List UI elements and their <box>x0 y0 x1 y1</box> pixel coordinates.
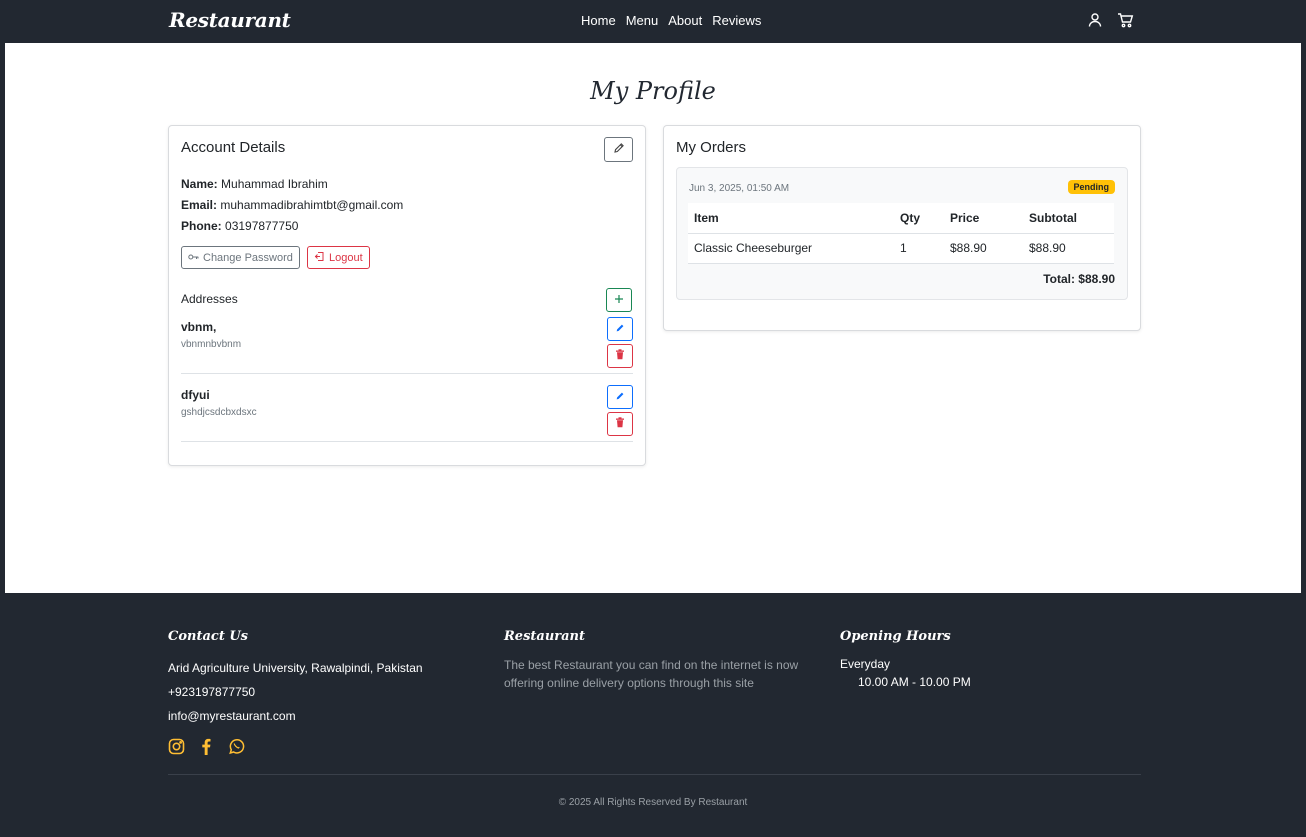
footer-hours-time: 10.00 AM - 10.00 PM <box>858 675 971 689</box>
delete-address-button[interactable] <box>607 412 633 436</box>
table-header-row: Item Qty Price Subtotal <box>688 203 1114 234</box>
address-divider <box>181 441 633 442</box>
address-name: dfyui <box>181 388 210 402</box>
phone-row: Phone: 03197877750 <box>181 219 298 233</box>
key-icon <box>188 252 199 264</box>
email-row: Email: muhammadibrahimtbt@gmail.com <box>181 198 403 212</box>
nav-link-reviews[interactable]: Reviews <box>712 13 761 28</box>
pencil-icon <box>615 388 625 406</box>
app-frame: Restaurant Home Menu About Reviews My Pr… <box>5 0 1301 837</box>
footer-email[interactable]: info@myrestaurant.com <box>168 704 423 728</box>
name-row: Name: Muhammad Ibrahim <box>181 177 328 191</box>
footer-hours-title: Opening Hours <box>840 629 951 644</box>
cart-icon[interactable] <box>1117 12 1134 28</box>
trash-icon <box>615 347 625 365</box>
change-password-button[interactable]: Change Password <box>181 246 300 269</box>
footer: Contact Us Arid Agriculture University, … <box>5 593 1301 837</box>
social-links <box>168 738 423 755</box>
column-header-subtotal: Subtotal <box>1023 203 1114 234</box>
item-qty: 1 <box>894 233 944 264</box>
nav-links: Home Menu About Reviews <box>581 13 771 28</box>
column-header-price: Price <box>944 203 1023 234</box>
address-detail: vbnmnbvbnm <box>181 339 242 350</box>
logout-button[interactable]: Logout <box>307 246 370 269</box>
user-icon[interactable] <box>1087 12 1103 28</box>
address-detail: gshdjcsdcbxdsxc <box>181 407 257 418</box>
edit-address-button[interactable] <box>607 317 633 341</box>
footer-hours-day: Everyday <box>840 657 891 671</box>
table-row: Classic Cheeseburger 1 $88.90 $88.90 <box>688 233 1114 264</box>
nav-link-home[interactable]: Home <box>581 13 616 28</box>
order-date: Jun 3, 2025, 01:50 AM <box>689 183 790 194</box>
addresses-title: Addresses <box>181 292 238 306</box>
column-header-item: Item <box>688 203 894 234</box>
edit-account-button[interactable] <box>604 137 633 162</box>
footer-about-column: Restaurant The best Restaurant you can f… <box>504 629 814 692</box>
delete-address-button[interactable] <box>607 344 633 368</box>
account-details-title: Account Details <box>181 139 286 156</box>
pencil-icon <box>613 141 625 159</box>
facebook-icon[interactable] <box>198 738 215 755</box>
whatsapp-icon[interactable] <box>228 738 245 755</box>
email-value: muhammadibrahimtbt@gmail.com <box>220 198 404 212</box>
logout-icon <box>314 251 325 265</box>
order-total: Total: $88.90 <box>1043 272 1115 286</box>
address-name: vbnm, <box>181 320 217 334</box>
navbar: Restaurant Home Menu About Reviews <box>5 0 1301 43</box>
pencil-icon <box>615 320 625 338</box>
my-orders-title: My Orders <box>676 139 747 156</box>
item-price: $88.90 <box>944 233 1023 264</box>
trash-icon <box>615 415 625 433</box>
add-address-button[interactable] <box>606 288 632 312</box>
name-value: Muhammad Ibrahim <box>221 177 328 191</box>
phone-value: 03197877750 <box>225 219 299 233</box>
page-title: My Profile <box>590 77 716 105</box>
item-subtotal: $88.90 <box>1023 233 1114 264</box>
brand-logo[interactable]: Restaurant <box>169 8 291 32</box>
main-content: My Profile Account Details Name: Muhamma… <box>5 43 1301 593</box>
item-name: Classic Cheeseburger <box>688 233 894 264</box>
name-label: Name: <box>181 177 218 191</box>
status-badge: Pending <box>1067 180 1115 194</box>
footer-about-title: Restaurant <box>504 629 586 644</box>
order-items-table: Item Qty Price Subtotal Classic Cheesebu… <box>688 203 1114 264</box>
footer-address: Arid Agriculture University, Rawalpindi,… <box>168 661 423 675</box>
edit-address-button[interactable] <box>607 385 633 409</box>
logout-label: Logout <box>329 251 363 264</box>
footer-contact-column: Contact Us Arid Agriculture University, … <box>168 629 423 755</box>
order-card: Jun 3, 2025, 01:50 AM Pending Item Qty P… <box>676 167 1128 300</box>
nav-link-menu[interactable]: Menu <box>626 13 659 28</box>
phone-label: Phone: <box>181 219 222 233</box>
account-details-card: Account Details Name: Muhammad Ibrahim E… <box>168 125 646 466</box>
my-orders-card: My Orders Jun 3, 2025, 01:50 AM Pending … <box>663 125 1141 331</box>
footer-divider <box>168 774 1141 775</box>
nav-link-about[interactable]: About <box>668 13 702 28</box>
instagram-icon[interactable] <box>168 738 185 755</box>
footer-contact-title: Contact Us <box>168 629 248 644</box>
footer-hours-column: Opening Hours Everyday 10.00 AM - 10.00 … <box>840 629 971 689</box>
nav-icons <box>1087 12 1134 28</box>
plus-icon <box>614 291 624 309</box>
copyright-text: © 2025 All Rights Reserved By Restaurant <box>558 797 748 808</box>
footer-about-text: The best Restaurant you can find on the … <box>504 658 799 690</box>
address-divider <box>181 373 633 374</box>
column-header-qty: Qty <box>894 203 944 234</box>
change-password-label: Change Password <box>203 251 293 264</box>
email-label: Email: <box>181 198 218 212</box>
footer-phone[interactable]: +923197877750 <box>168 680 423 704</box>
